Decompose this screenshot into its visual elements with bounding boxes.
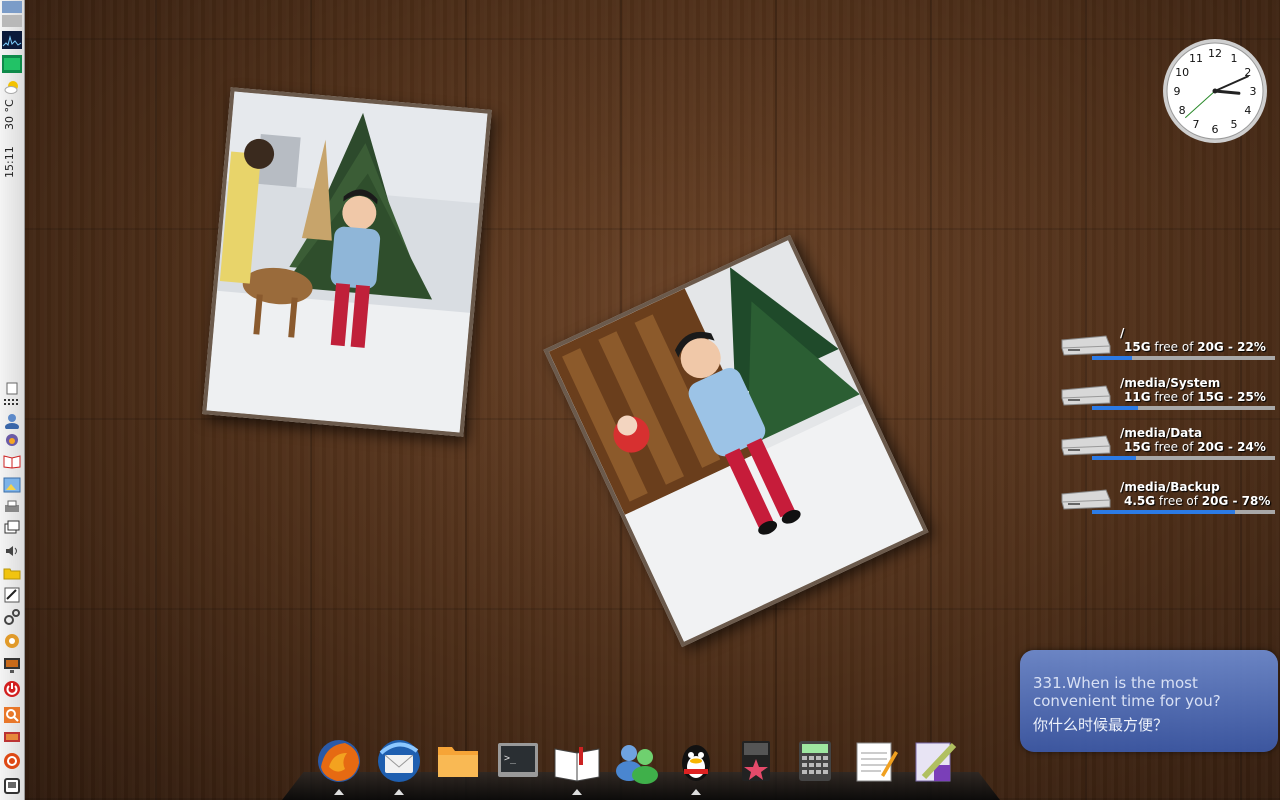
file-manager-icon	[434, 737, 482, 789]
hard-drive-icon	[1061, 385, 1111, 406]
weather-temperature[interactable]: 30 °C	[3, 99, 16, 130]
disk-mount-point: /	[1120, 326, 1125, 340]
shutdown-icon[interactable]	[2, 680, 22, 698]
disk-usage-fill	[1092, 356, 1133, 360]
network-icon[interactable]	[2, 586, 22, 604]
qq-icon	[672, 737, 720, 789]
display-icon[interactable]	[2, 656, 22, 674]
settings-icon[interactable]	[2, 608, 22, 626]
trash-icon[interactable]	[2, 777, 22, 795]
show-desktop-icon[interactable]	[2, 379, 22, 397]
folder-icon[interactable]	[2, 564, 22, 582]
volume-icon[interactable]	[2, 542, 22, 560]
running-indicator	[691, 789, 701, 795]
disk-usage-text: 15G free of 20G - 24%	[1124, 440, 1266, 454]
photo-frame-reindeer[interactable]	[202, 87, 492, 437]
system-monitor-icon[interactable]	[2, 31, 22, 49]
messenger-icon	[613, 737, 661, 789]
desktop-switcher-icon[interactable]	[2, 1, 22, 27]
photo-reindeer-image	[206, 91, 488, 433]
disk-usage-bar	[1092, 510, 1275, 514]
running-indicator	[393, 789, 404, 795]
hard-drive-icon	[1061, 435, 1111, 456]
image-viewer-icon[interactable]	[2, 476, 22, 494]
clock-number: 11	[1189, 52, 1203, 65]
disk-widget[interactable]: /15G free of 20G - 22%	[1060, 326, 1280, 362]
apps-menu-icon[interactable]	[2, 397, 22, 407]
user-icon[interactable]	[2, 412, 22, 430]
disk-usage-bar	[1092, 406, 1275, 410]
terminal-icon: >_	[494, 737, 542, 789]
disk-widget[interactable]: /media/Backup 4.5G free of 20G - 78%	[1060, 480, 1280, 516]
screenshot-tool-launcher[interactable]	[909, 738, 959, 788]
battery-icon[interactable]	[2, 728, 22, 746]
dictionary-icon	[553, 737, 601, 789]
disk-usage-fill	[1092, 406, 1138, 410]
svg-text:>_: >_	[504, 753, 517, 764]
clock-number: 9	[1174, 85, 1181, 98]
calculator-icon	[791, 737, 839, 789]
hard-drive-icon	[1061, 489, 1111, 510]
messenger-launcher[interactable]	[612, 738, 662, 788]
media-player-launcher[interactable]	[731, 738, 781, 788]
firefox-launcher[interactable]	[314, 738, 364, 788]
photo-frame-santa[interactable]	[543, 234, 929, 648]
running-indicator	[334, 789, 344, 795]
clock-number: 8	[1179, 104, 1186, 117]
notification-chinese-text: 你什么时候最方便？	[1033, 716, 1169, 734]
disk-usage-text: 15G free of 20G - 22%	[1124, 340, 1266, 354]
calculator-launcher[interactable]	[790, 738, 840, 788]
search-icon[interactable]	[2, 706, 22, 724]
weather-icon[interactable]	[2, 78, 22, 96]
ubuntu-icon[interactable]	[2, 752, 22, 770]
panel-clock[interactable]: 15:11	[3, 146, 16, 178]
clock-number: 6	[1212, 123, 1219, 136]
clock-number: 10	[1175, 66, 1189, 79]
screenshot-tool-icon	[910, 737, 958, 789]
clock-number: 3	[1250, 85, 1257, 98]
network-monitor-icon[interactable]	[2, 55, 22, 73]
preferences-icon[interactable]	[2, 632, 22, 650]
disk-usage-fill	[1092, 456, 1136, 460]
thunderbird-icon	[375, 737, 423, 789]
disk-widget[interactable]: /media/Data 15G free of 20G - 24%	[1060, 426, 1280, 462]
dictionary-launcher[interactable]	[552, 738, 602, 788]
clock-number: 7	[1193, 118, 1200, 131]
photo-santa-image	[548, 240, 924, 642]
clock-number: 4	[1244, 104, 1251, 117]
clock-number: 1	[1231, 52, 1238, 65]
disk-usage-text: 11G free of 15G - 25%	[1124, 390, 1266, 404]
printer-icon[interactable]	[2, 498, 22, 516]
notification-bubble[interactable]: 331.When is the most convenient time for…	[1020, 650, 1278, 752]
hard-drive-icon	[1061, 335, 1111, 356]
running-indicator	[572, 789, 582, 795]
disk-mount-point: /media/Data	[1120, 426, 1203, 440]
disk-usage-fill	[1092, 510, 1235, 514]
analog-clock-widget[interactable]: 12 1 2 3 4 5 6 7 8 9 10 11	[1162, 38, 1268, 144]
media-player-icon	[732, 737, 780, 789]
disk-widget[interactable]: /media/System 11G free of 15G - 25%	[1060, 376, 1280, 412]
file-manager-launcher[interactable]	[433, 738, 483, 788]
firefox-icon	[315, 737, 363, 789]
disk-usage-text: 4.5G free of 20G - 78%	[1124, 494, 1271, 508]
book-icon[interactable]	[2, 452, 22, 470]
disk-mount-point: /media/Backup	[1120, 480, 1220, 494]
text-editor-launcher[interactable]	[850, 738, 900, 788]
disk-mount-point: /media/System	[1120, 376, 1221, 390]
thunderbird-launcher[interactable]	[374, 738, 424, 788]
disk-usage-bar	[1092, 456, 1275, 460]
clock-number: 5	[1231, 118, 1238, 131]
notification-english-text: 331.When is the most convenient time for…	[1033, 674, 1221, 710]
qq-launcher[interactable]	[671, 738, 721, 788]
terminal-launcher[interactable]: >_	[493, 738, 543, 788]
text-editor-icon	[851, 737, 899, 789]
pidgin-icon[interactable]	[2, 431, 22, 449]
clock-number: 12	[1208, 47, 1222, 60]
disk-usage-bar	[1092, 356, 1275, 360]
left-panel: 30 °C 15:11	[0, 0, 25, 800]
window-list-icon[interactable]	[2, 518, 22, 536]
